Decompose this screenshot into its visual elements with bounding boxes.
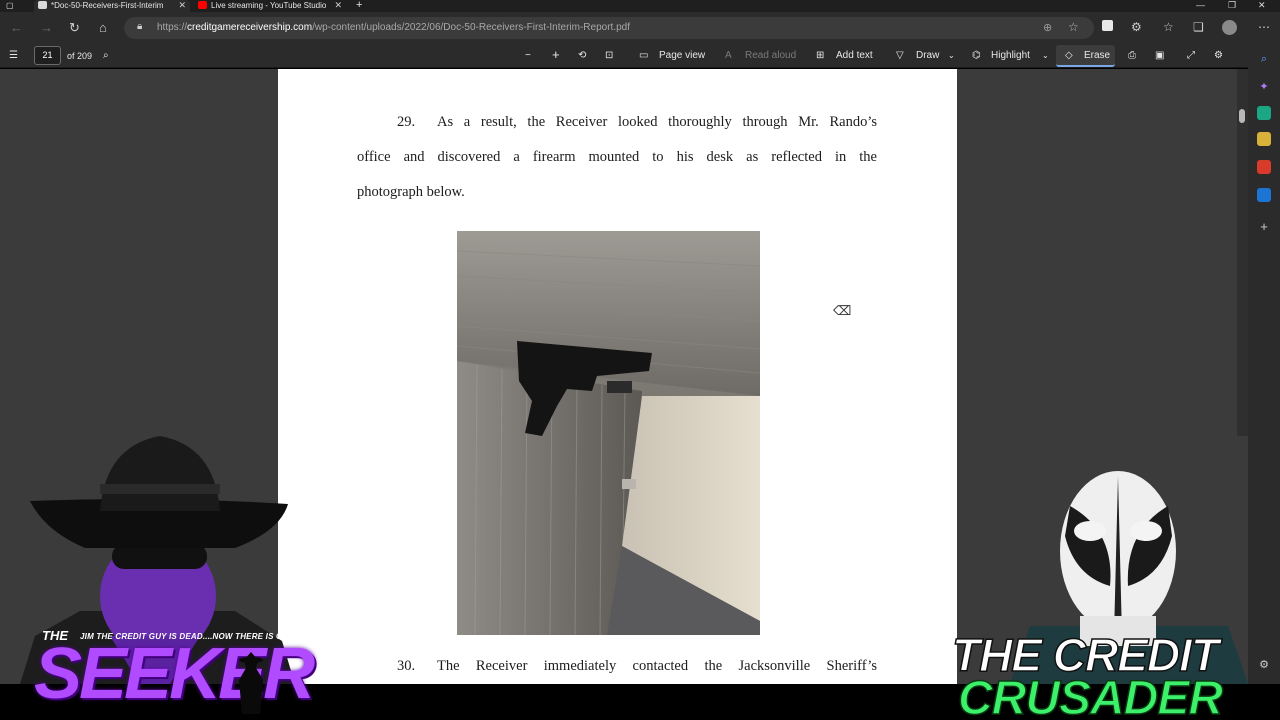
url-text[interactable]: https://creditgamereceivership.com/wp-co… <box>157 22 630 33</box>
page-count: of 209 <box>67 51 93 61</box>
url-domain: creditgamereceivership.com <box>187 22 313 33</box>
read-aloud-icon: A <box>725 50 732 61</box>
tab-title: Live streaming - YouTube Studio <box>211 1 327 10</box>
youtube-favicon-icon <box>198 1 207 9</box>
refresh-icon[interactable]: ↻ <box>69 20 80 36</box>
site-info-icon[interactable]: 🔒︎ <box>137 21 142 32</box>
zoom-out-icon[interactable]: − <box>525 48 531 64</box>
new-tab-button[interactable]: + <box>356 0 362 12</box>
search-icon[interactable]: ⌕ <box>1257 52 1271 66</box>
find-icon[interactable]: ⌕ <box>103 48 109 64</box>
pdf-toolbar: ☰ 21 of 209 ⌕ − + ⟲ ⊡ ▭ Page view A Read… <box>0 44 1248 68</box>
erase-button[interactable]: Erase <box>1084 48 1110 64</box>
close-tab-icon[interactable]: ✕ <box>334 0 342 11</box>
print-icon[interactable]: ⎙ <box>1128 48 1136 64</box>
fullscreen-icon[interactable]: ⤢ <box>1187 48 1195 64</box>
highlight-options-chevron-icon[interactable]: ⌄ <box>1042 48 1049 64</box>
address-bar[interactable]: 🔒︎ https://creditgamereceivership.com/wp… <box>124 17 1094 39</box>
forward-icon[interactable]: → <box>40 20 53 36</box>
seeker-silhouette-icon <box>236 652 266 714</box>
outlook-icon[interactable] <box>1257 188 1271 202</box>
favorites-icon[interactable]: ☆ <box>1163 19 1174 35</box>
tab-strip: ▢ *Doc-50-Receivers-First-Interim ✕ Live… <box>0 0 1280 12</box>
zoom-in-icon[interactable]: + <box>552 47 560 63</box>
restore-icon[interactable]: ❐ <box>1228 0 1236 11</box>
copilot-icon[interactable]: ✦ <box>1257 80 1271 94</box>
fit-page-icon[interactable]: ⊡ <box>605 48 613 64</box>
favorite-star-icon[interactable]: ☆ <box>1068 20 1079 34</box>
paragraph-text: photograph below. <box>357 184 465 200</box>
add-text-button[interactable]: Add text <box>836 48 873 64</box>
paragraph-number: 29. <box>397 114 416 130</box>
extension-icon[interactable] <box>1102 20 1113 31</box>
settings-gear-icon[interactable]: ⚙ <box>1214 48 1223 64</box>
seeker-logo-text: SEEKER <box>34 634 315 714</box>
more-options-icon[interactable]: ⋯ <box>1258 19 1270 35</box>
close-window-icon[interactable]: ✕ <box>1258 0 1266 11</box>
sidebar-settings-icon[interactable]: ⚙ <box>1257 658 1271 672</box>
screen: ▢ *Doc-50-Receivers-First-Interim ✕ Live… <box>0 0 1280 720</box>
save-icon[interactable]: ▣ <box>1155 48 1164 64</box>
page-view-icon: ▭ <box>639 50 649 61</box>
puzzle-extensions-icon[interactable]: ⚙ <box>1131 19 1142 35</box>
tab-youtube[interactable]: Live streaming - YouTube Studio ✕ <box>194 0 346 12</box>
paragraph-text: office and discovered a firearm mounted … <box>357 149 877 165</box>
eraser-cursor-icon: ⌫ <box>833 303 852 318</box>
crusader-logo-line2: CRUSADER <box>957 672 1224 720</box>
paragraph-number: 30. <box>397 658 416 674</box>
shopping-icon[interactable] <box>1257 106 1271 120</box>
minimize-icon[interactable]: — <box>1196 0 1205 11</box>
page-number-input[interactable]: 21 <box>34 46 61 65</box>
pdf-favicon-icon <box>38 1 47 9</box>
add-text-icon: ⊞ <box>816 50 825 61</box>
tab-pdf[interactable]: *Doc-50-Receivers-First-Interim ✕ <box>34 0 190 12</box>
draw-options-chevron-icon[interactable]: ⌄ <box>948 48 955 64</box>
tools-icon[interactable] <box>1257 132 1271 146</box>
collections-icon[interactable]: ❏ <box>1193 19 1204 35</box>
zoom-icon[interactable]: ⊕ <box>1043 21 1052 34</box>
draw-button[interactable]: Draw <box>916 48 939 64</box>
read-aloud-button[interactable]: Read aloud <box>745 48 796 64</box>
eraser-icon: ◇ <box>1065 50 1073 61</box>
url-path: /wp-content/uploads/2022/06/Doc-50-Recei… <box>312 22 630 33</box>
back-icon[interactable]: ← <box>10 20 23 36</box>
rotate-icon[interactable]: ⟲ <box>578 48 586 64</box>
add-sidebar-app-icon[interactable]: + <box>1257 220 1271 234</box>
paragraph-text: As a result, the Receiver looked thoroug… <box>437 114 877 130</box>
url-prefix: https:// <box>157 22 188 33</box>
draw-icon: ▽ <box>896 50 904 61</box>
address-bar-row: ← → ↻ ⌂ 🔒︎ https://creditgamereceivershi… <box>0 12 1280 44</box>
profile-avatar[interactable] <box>1222 20 1237 35</box>
home-icon[interactable]: ⌂ <box>99 20 107 36</box>
pdf-page: 29. As a result, the Receiver looked tho… <box>278 69 957 684</box>
close-tab-icon[interactable]: ✕ <box>178 0 186 11</box>
tab-title: *Doc-50-Receivers-First-Interim <box>51 1 164 10</box>
highlight-button[interactable]: Highlight <box>991 48 1030 64</box>
contents-icon[interactable]: ☰ <box>9 48 18 64</box>
edge-sidebar: ⌕ ✦ + ⚙ <box>1248 44 1280 684</box>
scrollbar-thumb[interactable] <box>1239 109 1245 123</box>
highlight-icon: ⌬ <box>972 50 981 61</box>
paragraph-text: The Receiver immediately contacted the J… <box>437 658 877 674</box>
page-view-button[interactable]: Page view <box>659 48 705 64</box>
firearm-desk-photo <box>457 231 760 635</box>
window-menu-icon[interactable]: ▢ <box>6 0 22 12</box>
office-icon[interactable] <box>1257 160 1271 174</box>
